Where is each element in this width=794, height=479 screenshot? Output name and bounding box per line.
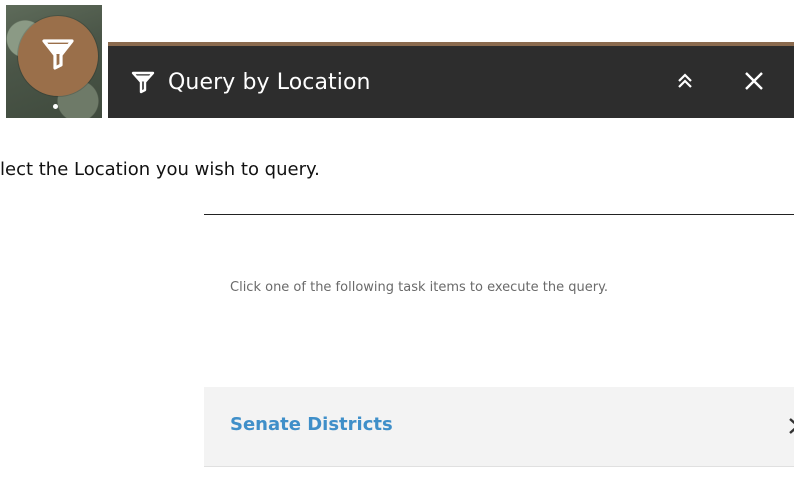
- close-icon[interactable]: [734, 61, 774, 101]
- chevron-right-icon: [782, 415, 794, 437]
- section-divider: [204, 214, 794, 215]
- panel-header: Query by Location: [108, 42, 794, 118]
- task-item-label: Senate Districts: [230, 414, 393, 435]
- panel-title: Query by Location: [168, 69, 371, 95]
- task-item-senate-districts[interactable]: Senate Districts: [204, 387, 794, 467]
- filter-icon: [130, 69, 156, 95]
- filter-icon: [38, 34, 78, 78]
- double-chevron-up-icon[interactable]: [668, 61, 702, 101]
- widget-launcher-thumbnail: [6, 5, 102, 118]
- task-description: Click one of the following task items to…: [230, 280, 609, 295]
- active-indicator-dot: [53, 104, 58, 109]
- query-widget-launcher-button[interactable]: [18, 16, 98, 96]
- query-instruction: lect the Location you wish to query.: [0, 159, 320, 180]
